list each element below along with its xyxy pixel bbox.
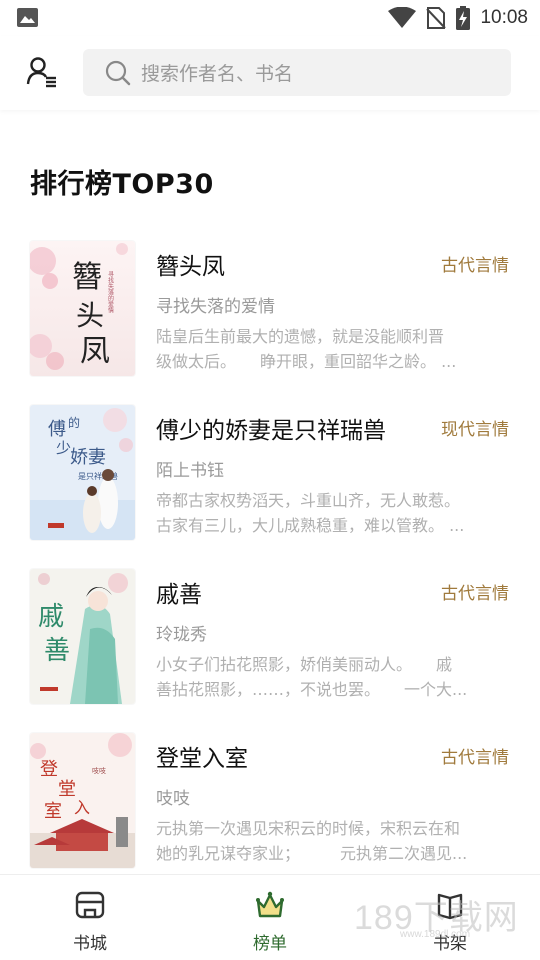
book-author: 吱吱 [156,789,190,809]
book-title[interactable]: 登堂入室 [156,739,248,773]
book-description: 帝都古家权势滔天，斗重山齐，无人敢惹。 古家有三儿，大儿成熟稳重，难以管教。 ..… [156,488,506,538]
book-list-item[interactable]: 戚 善 戚善 古代言情 玲珑秀 小女子们拈花照影，娇俏美丽动人。 戚善拈花照影，… [0,569,540,709]
nav-label: 榜单 [253,934,287,954]
book-desc-line: 元执第一次遇见宋积云的时候，宋积云在和 [156,819,461,838]
book-title[interactable]: 傅少的娇妻是只祥瑞兽 [156,411,386,445]
svg-text:簪: 簪 [72,260,102,295]
watermark-url: www.189dl.com [400,929,471,940]
book-genre: 古代言情 [441,748,509,768]
image-icon [17,8,38,27]
book-title[interactable]: 簪头凤 [156,247,225,281]
book-genre: 古代言情 [441,584,509,604]
header: 搜索作者名、书名 [0,36,540,110]
book-desc-line: 级做太后。 睁开眼，重回韶华之龄。 ... [156,352,457,371]
book-desc-line: 古家有三儿，大儿成熟稳重，难以管教。 ... [156,516,465,535]
svg-text:头: 头 [76,299,104,332]
status-time: 10:08 [480,7,528,28]
no-sim-icon [426,7,447,29]
book-list-item[interactable]: 登 堂 入 室 吱吱 登堂入室 古代言情 吱吱 元执第一次遇见宋积云的时候，宋积… [0,733,540,873]
svg-text:戚: 戚 [38,602,64,632]
svg-text:堂: 堂 [58,779,76,800]
book-description: 元执第一次遇见宋积云的时候，宋积云在和 她的乳兄谋夺家业； 元执第二次遇见... [156,816,506,866]
svg-text:吱吱: 吱吱 [92,766,106,775]
book-author: 寻找失落的爱情 [156,297,275,317]
book-cover[interactable]: 簪 头 凤 寻找失落的爱情 [30,241,135,376]
search-placeholder: 搜索作者名、书名 [141,63,294,85]
book-author: 陌上书钰 [156,461,224,481]
book-desc-line: 她的乳兄谋夺家业； 元执第二次遇见... [156,844,468,863]
battery-charging-icon [456,6,471,30]
nav-item-bookstore[interactable]: 书城 [30,875,150,960]
wifi-icon [388,7,417,28]
book-list-item[interactable]: 簪 头 凤 寻找失落的爱情 簪头凤 古代言情 寻找失落的爱情 陆皇后生前最大的遗… [0,241,540,381]
book-desc-line: 善拈花照影，……，不说也罢。 一个大... [156,680,468,699]
book-author: 玲珑秀 [156,625,207,645]
book-description: 小女子们拈花照影，娇俏美丽动人。 戚善拈花照影，……，不说也罢。 一个大... [156,652,506,702]
book-cover[interactable]: 傅 的 少 娇妻 是只祥瑞兽 [30,405,135,540]
book-desc-line: 帝都古家权势滔天，斗重山齐，无人敢惹。 [156,491,461,510]
svg-text:凤: 凤 [80,334,110,369]
book-description: 陆皇后生前最大的遗憾，就是没能顺利晋 级做太后。 睁开眼，重回韶华之龄。 ... [156,324,506,374]
svg-text:的: 的 [68,415,80,430]
svg-text:寻找失落的爱情: 寻找失落的爱情 [107,271,114,314]
book-desc-line: 小女子们拈花照影，娇俏美丽动人。 戚 [156,655,453,674]
search-input[interactable]: 搜索作者名、书名 [83,49,511,96]
search-icon [105,60,131,85]
svg-text:登: 登 [40,759,58,780]
svg-text:娇妻: 娇妻 [70,447,106,468]
book-genre: 现代言情 [441,420,509,440]
book-title[interactable]: 戚善 [156,575,202,609]
page-title: 排行榜TOP30 [30,169,214,200]
book-genre: 古代言情 [441,256,509,276]
book-desc-line: 陆皇后生前最大的遗憾，就是没能顺利晋 [156,327,445,346]
nav-item-ranking[interactable]: 榜单 [210,875,330,960]
book-cover[interactable]: 戚 善 [30,569,135,704]
status-bar: 10:08 [0,0,540,36]
book-cover[interactable]: 登 堂 入 室 吱吱 [30,733,135,868]
crown-icon [256,891,284,918]
svg-text:善: 善 [44,636,70,666]
nav-label: 书城 [73,934,107,954]
book-list-item[interactable]: 傅 的 少 娇妻 是只祥瑞兽 傅少的娇妻是只祥瑞兽 现代言情 陌上书钰 帝都古家… [0,405,540,545]
bookstore-icon [75,891,105,919]
svg-text:入: 入 [74,798,90,817]
svg-text:室: 室 [44,801,62,822]
svg-text:傅: 傅 [48,419,66,440]
user-list-icon[interactable] [26,56,60,90]
svg-text:少: 少 [56,439,71,457]
